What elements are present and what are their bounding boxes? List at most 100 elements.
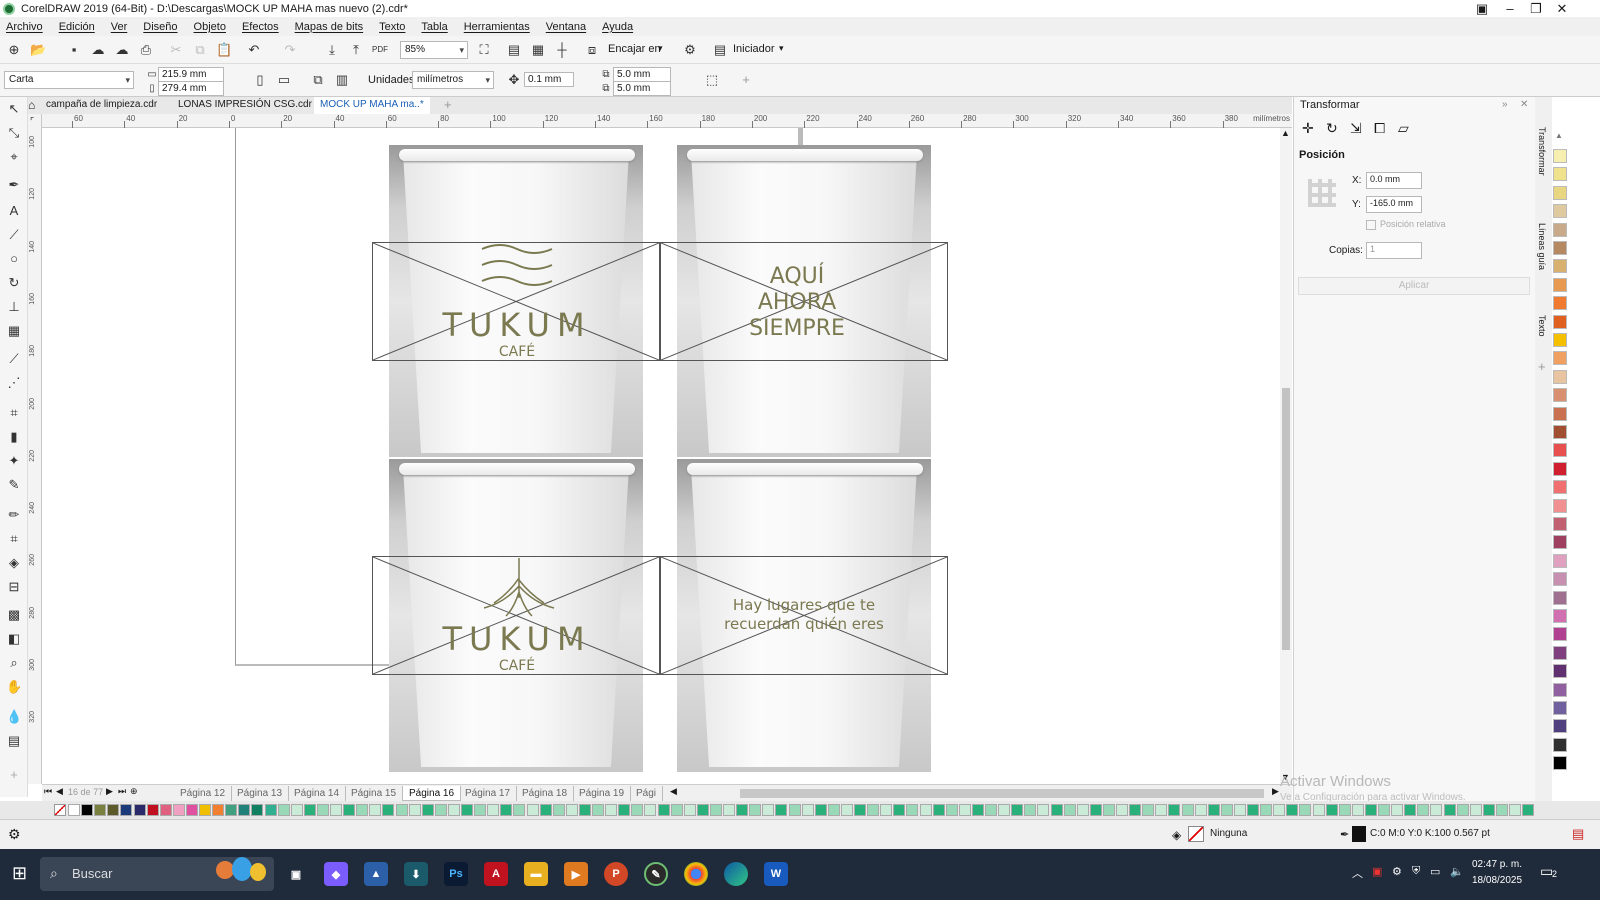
eyedropper-tool-icon[interactable]: ✏ [6, 507, 22, 523]
document-color-swatch[interactable] [1102, 804, 1115, 816]
portrait-icon[interactable]: ▯ [252, 72, 268, 88]
pen-tool-icon[interactable]: ✒ [6, 177, 22, 193]
palette-swatch[interactable] [1553, 222, 1567, 237]
zoom-tool-icon[interactable]: ⌕ [6, 655, 22, 671]
tray-icon[interactable]: ⛨ [1412, 865, 1420, 878]
document-color-swatch[interactable] [1076, 804, 1089, 816]
document-color-swatch[interactable] [736, 804, 749, 816]
document-color-swatch[interactable] [68, 804, 80, 816]
pattern-tool-icon[interactable]: ▩ [6, 607, 22, 623]
all-pages-icon[interactable]: ⧉ [310, 72, 326, 88]
launch-icon[interactable]: ▤ [712, 42, 728, 58]
save-icon[interactable]: ▪ [66, 42, 82, 58]
outline-tool-icon[interactable]: ⊟ [6, 579, 22, 595]
palette-swatch[interactable] [1553, 572, 1567, 587]
document-color-swatch[interactable] [1299, 804, 1312, 816]
document-color-swatch[interactable] [906, 804, 919, 816]
document-color-swatch[interactable] [683, 804, 696, 816]
anchor-grid[interactable] [1308, 179, 1336, 207]
coreldraw-taskbar-icon[interactable]: ✎ [644, 862, 668, 886]
file-explorer-icon[interactable]: ▬ [524, 862, 548, 886]
palette-swatch[interactable] [1553, 664, 1567, 679]
document-color-swatch[interactable] [330, 804, 342, 816]
palette-swatch[interactable] [1553, 277, 1567, 292]
document-color-swatch[interactable] [814, 804, 827, 816]
document-color-swatch[interactable] [1378, 804, 1390, 816]
duplicate-y-field[interactable]: 5.0 mm [613, 81, 671, 96]
vertical-scrollbar[interactable]: ▲ ▼ [1280, 128, 1292, 784]
palette-swatch[interactable] [1553, 461, 1567, 476]
line-tool-icon[interactable]: ⟋ [6, 227, 22, 243]
redo-icon[interactable]: ↷ [282, 42, 298, 58]
document-color-swatch[interactable] [1325, 804, 1338, 816]
document-color-swatch[interactable] [709, 804, 722, 816]
document-color-swatch[interactable] [1181, 804, 1194, 816]
document-color-swatch[interactable] [670, 804, 683, 816]
palette-swatch[interactable] [1553, 553, 1567, 568]
relative-checkbox[interactable] [1366, 220, 1376, 230]
document-color-swatch[interactable] [474, 804, 487, 816]
palette-swatch[interactable] [1553, 480, 1567, 495]
export-icon[interactable]: ⤒ [348, 42, 364, 58]
palette-swatch[interactable] [1553, 314, 1567, 329]
menu-ver[interactable]: Ver [111, 21, 128, 33]
snap-to-icon[interactable]: ⧈ [584, 42, 600, 58]
shape-tool-icon[interactable]: ⌖ [6, 149, 22, 165]
document-color-swatch[interactable] [867, 804, 880, 816]
document-color-swatch[interactable] [1142, 804, 1155, 816]
document-color-swatch[interactable] [408, 804, 421, 816]
dimension-tool-icon[interactable]: ⊥ [6, 299, 22, 315]
document-color-swatch[interactable] [1312, 804, 1325, 816]
position-tab-icon[interactable]: ✛ [1302, 120, 1314, 137]
task-view-icon[interactable]: ▣ [284, 862, 308, 886]
document-color-swatch[interactable] [919, 804, 932, 816]
palette-swatch[interactable] [1553, 351, 1567, 366]
document-color-swatch[interactable] [631, 804, 644, 816]
pen-icon[interactable]: ✒ [1340, 828, 1349, 841]
document-color-swatch[interactable] [225, 804, 238, 816]
document-color-swatch[interactable] [264, 804, 277, 816]
crop-tool-icon[interactable]: ⌗ [6, 405, 22, 421]
document-color-swatch[interactable] [1247, 804, 1259, 816]
document-color-swatch[interactable] [565, 804, 578, 816]
document-color-swatch[interactable] [932, 804, 945, 816]
units-select[interactable]: milímetros [412, 71, 494, 89]
page-tab-17[interactable]: Página 17 [459, 786, 518, 801]
chevron-down-icon[interactable]: ▾ [658, 43, 663, 54]
paste-icon[interactable]: 📋 [216, 42, 232, 58]
clock-date[interactable]: 18/08/2025 [1472, 875, 1522, 886]
word-icon[interactable]: W [764, 862, 788, 886]
menu-ayuda[interactable]: Ayuda [602, 21, 633, 33]
cloud-upload-icon[interactable]: ☁ [114, 42, 130, 58]
snap-to-label[interactable]: Encajar en [608, 43, 661, 55]
landscape-icon[interactable]: ▭ [276, 72, 292, 88]
gear-icon[interactable]: ⚙ [8, 826, 21, 843]
page-tab-19[interactable]: Página 19 [573, 786, 632, 801]
document-color-swatch[interactable] [605, 804, 618, 816]
scroll-left-icon[interactable]: ◀ [670, 786, 677, 797]
tray-app-icon[interactable]: ▣ [1372, 865, 1382, 878]
palette-swatch[interactable] [1553, 167, 1567, 182]
document-color-swatch[interactable] [185, 804, 198, 816]
document-color-swatch[interactable] [552, 804, 565, 816]
chevron-down-icon[interactable]: ▾ [779, 43, 784, 54]
document-color-swatch[interactable] [1404, 804, 1417, 816]
palette-swatch[interactable] [1553, 535, 1567, 550]
home-icon[interactable]: ⌂ [28, 98, 35, 112]
document-color-swatch[interactable] [1037, 804, 1050, 816]
current-page-icon[interactable]: ▥ [334, 72, 350, 88]
size-tab-icon[interactable]: ⧠ [1374, 120, 1385, 137]
document-color-swatch[interactable] [290, 804, 303, 816]
vertical-ruler[interactable]: 100 120 140 160 180 200 220 240 260 280 300 320 [28, 114, 42, 784]
close-button[interactable]: ✕ [1548, 0, 1576, 17]
document-color-swatch[interactable] [1509, 804, 1521, 816]
add-icon[interactable]: + [738, 72, 754, 88]
document-color-swatch[interactable] [1050, 804, 1063, 816]
document-color-swatch[interactable] [644, 804, 657, 816]
acrobat-icon[interactable]: A [484, 862, 508, 886]
mesh-tool-icon[interactable]: ⌗ [6, 531, 22, 547]
page-tab-18[interactable]: Página 18 [516, 786, 575, 801]
palette-swatch[interactable] [1553, 627, 1567, 642]
document-color-swatch[interactable] [1456, 804, 1469, 816]
document-color-swatch[interactable] [788, 804, 801, 816]
